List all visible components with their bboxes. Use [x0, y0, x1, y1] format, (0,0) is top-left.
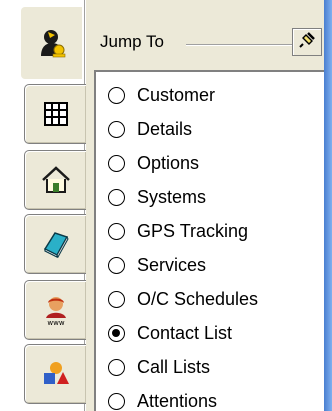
vertical-tab-strip: www	[0, 0, 86, 411]
radio-contact-list[interactable]: Contact List	[108, 316, 232, 350]
radio-label: Customer	[137, 84, 216, 105]
radio-gps-tracking[interactable]: GPS Tracking	[108, 214, 248, 248]
radio-button-checked[interactable]	[108, 324, 125, 342]
jump-to-panel: Jump To Customer Details Options Systems	[86, 0, 326, 411]
radio-label: O/C Schedules	[137, 288, 259, 309]
radio-button[interactable]	[108, 154, 125, 172]
tab-home[interactable]	[24, 150, 86, 210]
shapes-icon	[41, 360, 71, 388]
radio-label: Contact List	[137, 322, 233, 343]
radio-label: Systems	[137, 186, 207, 207]
home-icon	[41, 166, 71, 194]
pin-icon	[297, 30, 317, 55]
radio-oc-schedules[interactable]: O/C Schedules	[108, 282, 258, 316]
tab-customer-lookup[interactable]	[20, 6, 82, 80]
grid-icon	[43, 101, 69, 127]
radio-button[interactable]	[108, 256, 125, 274]
radio-details[interactable]: Details	[108, 112, 192, 146]
radio-label: GPS Tracking	[137, 220, 249, 241]
tab-grid[interactable]	[24, 84, 86, 144]
radio-label: Call Lists	[137, 356, 211, 377]
radio-label: Details	[137, 118, 193, 139]
radio-button[interactable]	[108, 358, 125, 376]
group-divider	[186, 44, 292, 46]
radio-systems[interactable]: Systems	[108, 180, 206, 214]
tab-book[interactable]	[24, 214, 86, 274]
tab-web-contact[interactable]: www	[24, 280, 86, 340]
web-user-icon: www	[40, 294, 72, 326]
radio-call-lists[interactable]: Call Lists	[108, 350, 210, 384]
jump-to-title: Jump To	[100, 32, 170, 52]
radio-label: Options	[137, 152, 200, 173]
radio-services[interactable]: Services	[108, 248, 206, 282]
radio-customer[interactable]: Customer	[108, 78, 215, 112]
scrollbar-edge[interactable]	[324, 0, 332, 411]
radio-button[interactable]	[108, 222, 125, 240]
radio-button[interactable]	[108, 392, 125, 410]
tab-shapes[interactable]	[24, 344, 86, 404]
radio-label: Services	[137, 254, 207, 275]
svg-text:www: www	[47, 319, 64, 326]
radio-button[interactable]	[108, 86, 125, 104]
radio-button[interactable]	[108, 290, 125, 308]
radio-options[interactable]: Options	[108, 146, 199, 180]
user-key-icon	[35, 26, 69, 60]
radio-label: Attentions	[137, 390, 218, 411]
jump-to-list: Customer Details Options Systems GPS Tra…	[94, 70, 326, 411]
pin-button[interactable]	[292, 28, 322, 56]
book-icon	[41, 229, 71, 259]
radio-button[interactable]	[108, 188, 125, 206]
radio-attentions[interactable]: Attentions	[108, 384, 217, 411]
radio-button[interactable]	[108, 120, 125, 138]
